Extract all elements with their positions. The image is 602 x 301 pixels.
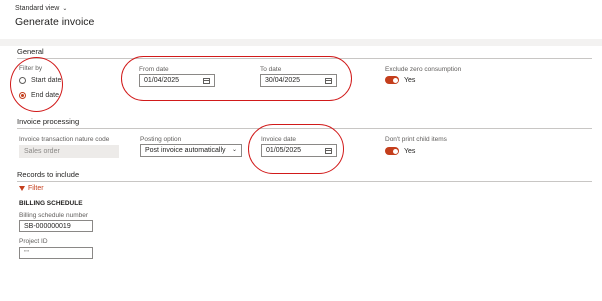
posting-option-value: Post invoice automatically bbox=[145, 147, 226, 154]
filter-icon bbox=[19, 186, 25, 191]
chevron-down-icon: ⌄ bbox=[231, 147, 237, 153]
toggle-switch bbox=[385, 147, 399, 155]
billing-schedule-value: SB-000000019 bbox=[24, 222, 71, 230]
project-id-label: Project ID bbox=[19, 238, 48, 245]
section-divider bbox=[17, 128, 592, 129]
filter-by-label: Filter by bbox=[19, 65, 43, 72]
filter-button[interactable]: Filter bbox=[19, 185, 44, 192]
chevron-down-icon: ⌄ bbox=[62, 6, 68, 12]
nature-code-field: Sales order bbox=[19, 145, 119, 158]
radio-end-date-label: End date bbox=[31, 92, 60, 99]
billing-schedule-label: Billing schedule number bbox=[19, 212, 89, 219]
to-date-label: To date bbox=[260, 66, 282, 73]
view-label: Standard view bbox=[15, 5, 60, 12]
from-date-field[interactable]: 01/04/2025 bbox=[139, 74, 215, 87]
to-date-field[interactable]: 30/04/2025 bbox=[260, 74, 337, 87]
invoice-date-label: Invoice date bbox=[261, 136, 297, 143]
filter-label: Filter bbox=[28, 185, 44, 192]
posting-option-select[interactable]: Post invoice automatically ⌄ bbox=[140, 144, 242, 157]
to-date-value: 30/04/2025 bbox=[265, 77, 301, 84]
from-date-value: 01/04/2025 bbox=[144, 77, 180, 84]
header-band bbox=[0, 39, 602, 46]
dont-print-toggle[interactable]: Yes bbox=[385, 147, 415, 155]
billing-schedule-field[interactable]: SB-000000019 bbox=[19, 220, 93, 232]
section-general-heading: General bbox=[17, 47, 44, 56]
exclude-zero-value: Yes bbox=[404, 76, 416, 84]
invoice-date-field[interactable]: 01/05/2025 bbox=[261, 144, 337, 157]
radio-circle-selected bbox=[19, 92, 26, 99]
radio-start-date-label: Start date bbox=[31, 77, 62, 84]
nature-code-value: Sales order bbox=[24, 148, 60, 155]
radio-end-date[interactable]: End date bbox=[19, 92, 59, 99]
radio-start-date[interactable]: Start date bbox=[19, 77, 61, 84]
project-id-field[interactable]: "" bbox=[19, 247, 93, 259]
billing-schedule-heading: BILLING SCHEDULE bbox=[19, 200, 83, 207]
from-date-label: From date bbox=[139, 66, 169, 73]
section-invoice-processing-heading: Invoice processing bbox=[17, 117, 80, 126]
section-divider bbox=[17, 58, 592, 59]
section-divider bbox=[17, 181, 592, 182]
toggle-switch bbox=[385, 76, 399, 84]
calendar-icon[interactable] bbox=[325, 77, 332, 84]
view-selector[interactable]: Standard view ⌄ bbox=[15, 5, 67, 12]
invoice-date-value: 01/05/2025 bbox=[266, 147, 302, 154]
radio-circle bbox=[19, 77, 26, 84]
exclude-zero-toggle[interactable]: Yes bbox=[385, 76, 415, 84]
section-records-heading: Records to include bbox=[17, 170, 80, 179]
calendar-icon[interactable] bbox=[203, 77, 210, 84]
posting-option-label: Posting option bbox=[140, 136, 182, 143]
exclude-zero-label: Exclude zero consumption bbox=[385, 66, 462, 73]
calendar-icon[interactable] bbox=[325, 147, 332, 154]
dont-print-label: Don't print child items bbox=[385, 136, 447, 143]
project-id-value: "" bbox=[24, 249, 29, 257]
page-title: Generate invoice bbox=[15, 16, 95, 28]
nature-code-label: Invoice transaction nature code bbox=[19, 136, 110, 143]
dont-print-value: Yes bbox=[404, 147, 416, 155]
